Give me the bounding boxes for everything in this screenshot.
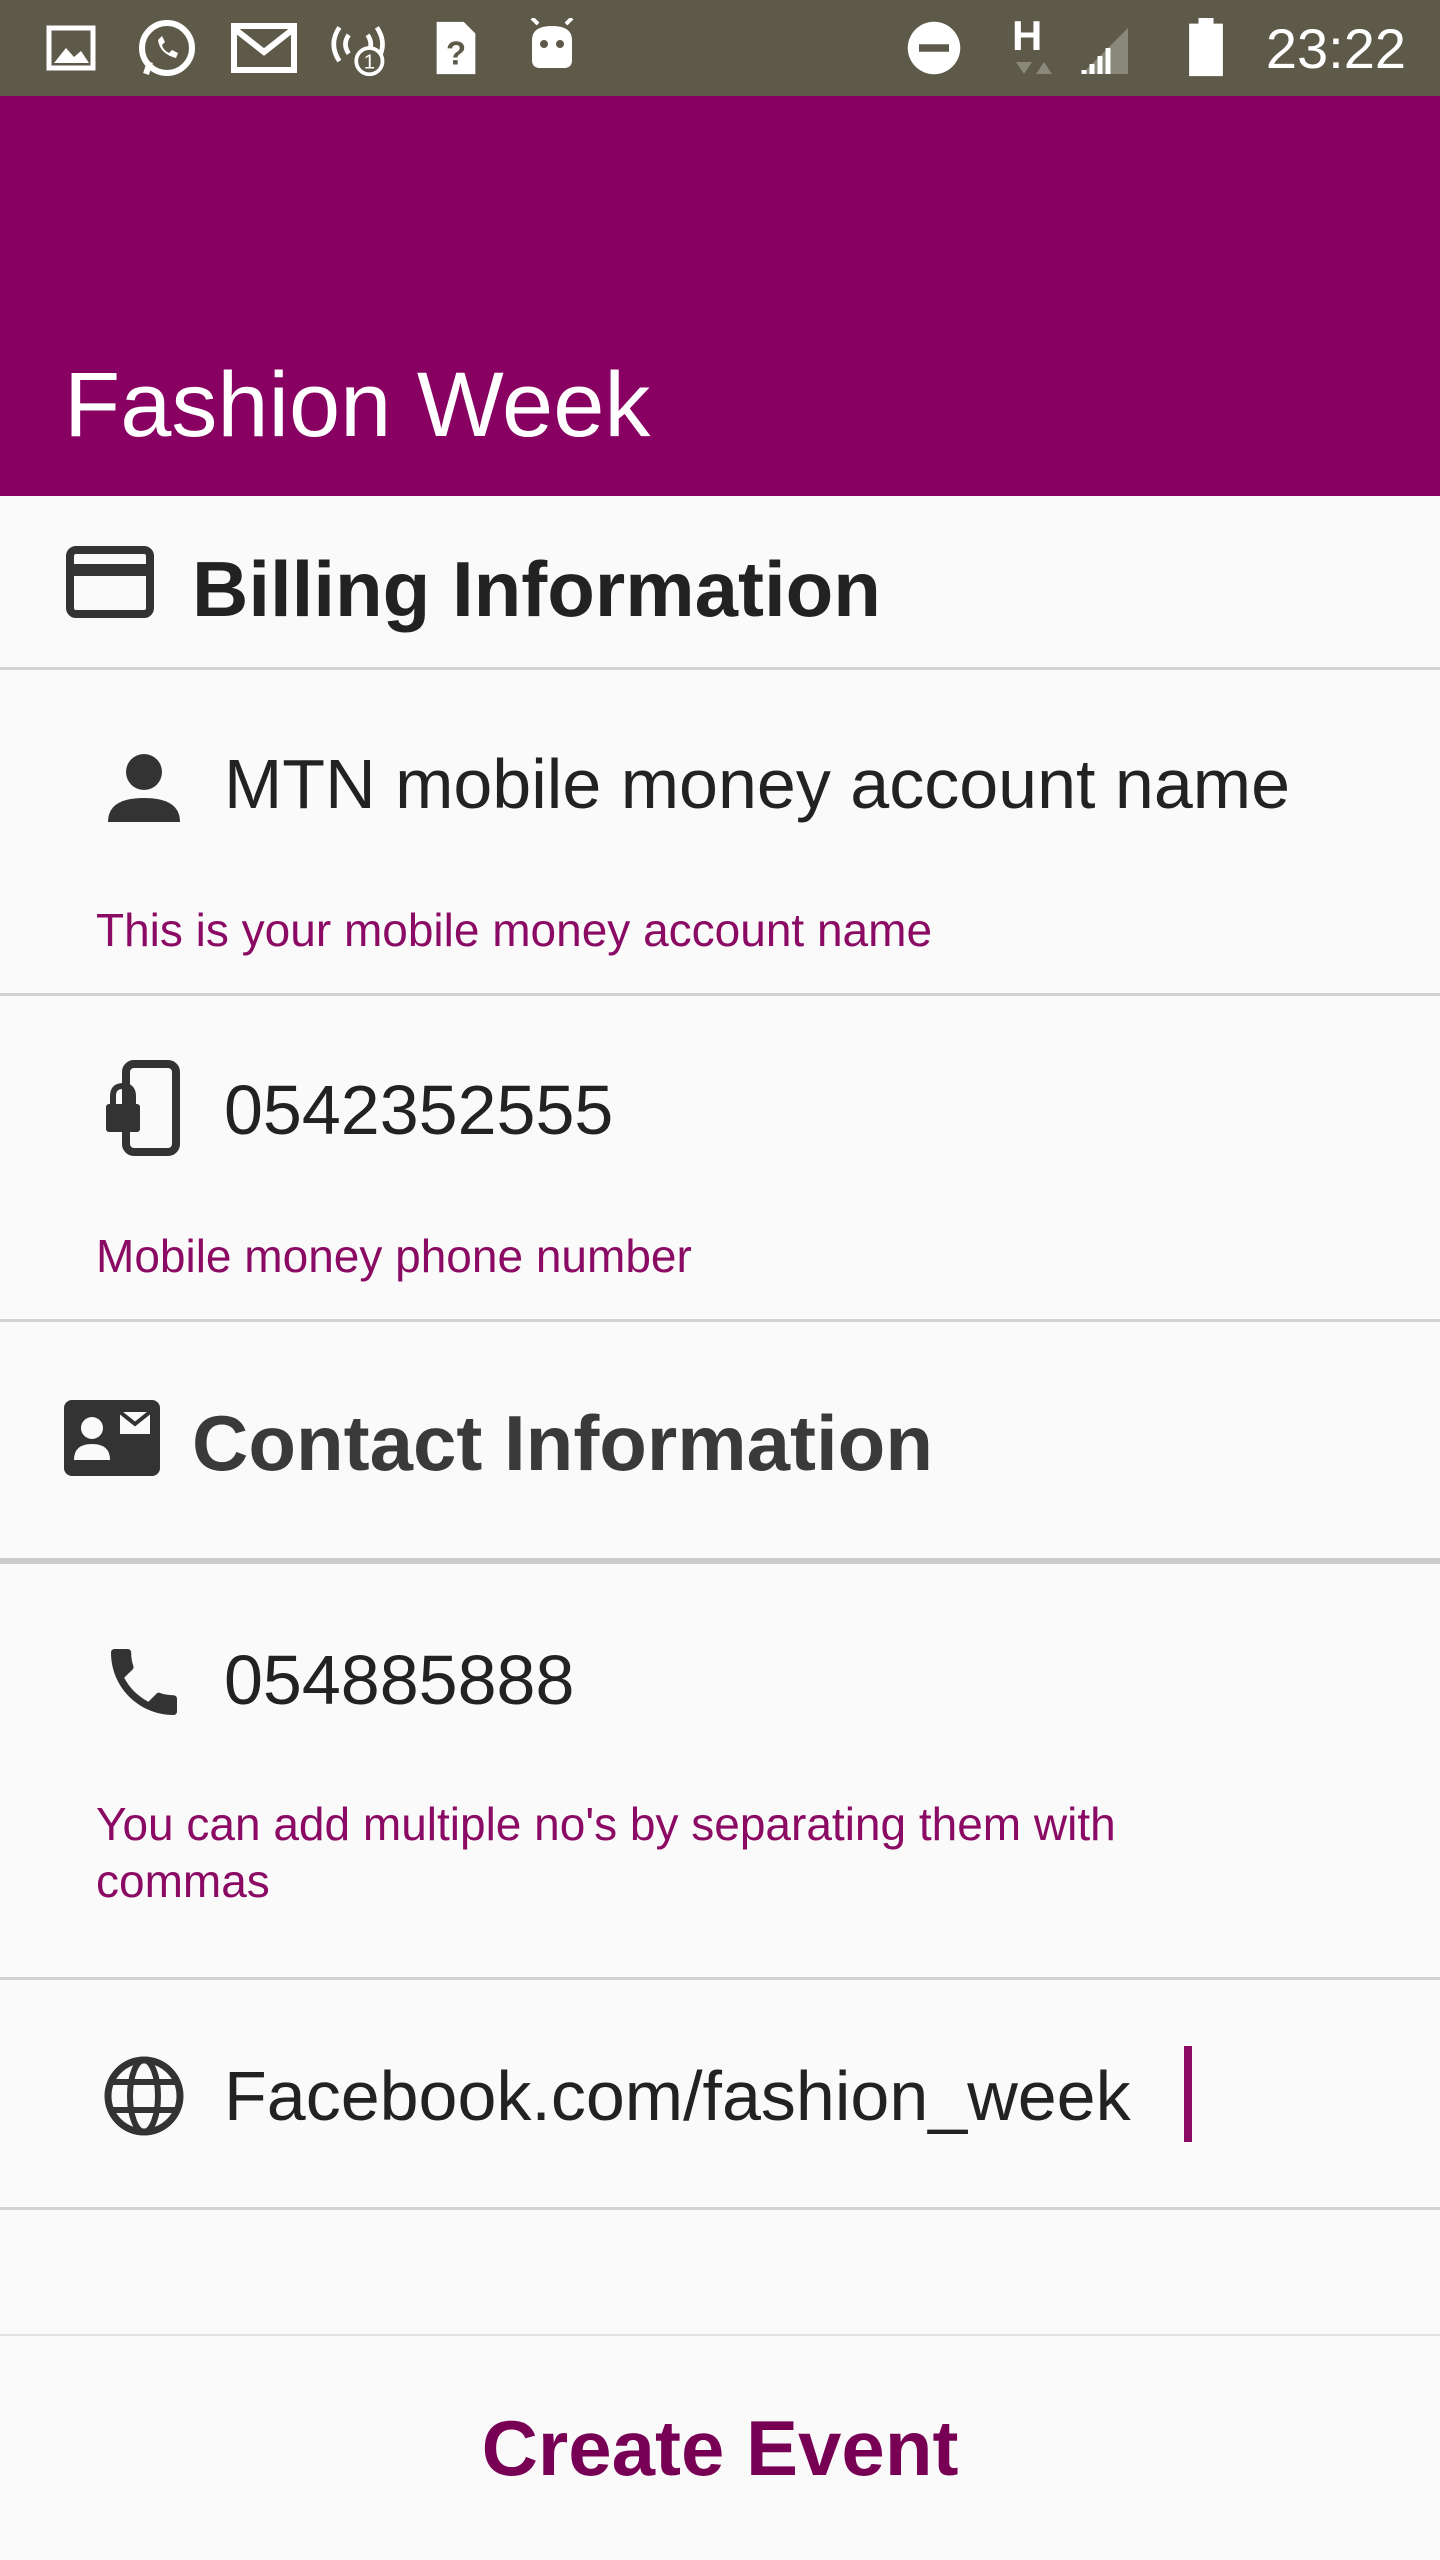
text-cursor	[1184, 2046, 1192, 2142]
website-input[interactable]: Facebook.com/fashion_week	[224, 2056, 1131, 2136]
data-h-icon: H	[1002, 12, 1066, 78]
contact-phone-hint: You can add multiple no's by separating …	[96, 1798, 1116, 1907]
divider	[0, 2207, 1440, 2210]
contact-phone-field[interactable]: 054885888 You can add multiple no's by s…	[0, 1564, 1440, 1978]
person-icon	[108, 754, 180, 822]
billing-phone-input[interactable]: 0542352555	[224, 1070, 613, 1150]
status-bar: 1 ? H 23:22	[0, 0, 1440, 96]
svg-text:1: 1	[364, 51, 375, 74]
account-name-input[interactable]: MTN mobile money account name	[224, 744, 1290, 824]
status-clock: 23:22	[1265, 17, 1406, 80]
hotspot-icon: 1	[331, 26, 385, 77]
phone-icon	[111, 1649, 177, 1715]
do-not-disturb-icon	[907, 21, 961, 75]
globe-icon	[104, 2056, 184, 2136]
contact-card-icon	[64, 1400, 160, 1476]
page-title: Fashion Week	[64, 354, 651, 456]
account-name-hint: This is your mobile money account name	[96, 904, 933, 956]
account-name-field[interactable]: MTN mobile money account name This is yo…	[0, 670, 1440, 994]
contact-phone-input[interactable]: 054885888	[224, 1640, 574, 1720]
contact-section-title: Contact Information	[192, 1399, 933, 1487]
svg-text:?: ?	[446, 34, 466, 71]
website-field[interactable]: Facebook.com/fashion_week	[0, 1980, 1440, 2208]
create-event-button[interactable]: Create Event	[0, 2336, 1440, 2560]
gmail-icon	[231, 23, 297, 73]
credit-card-icon	[66, 546, 154, 618]
image-icon	[46, 25, 96, 71]
app-bar: Fashion Week	[0, 96, 1440, 496]
billing-phone-field[interactable]: 0542352555 Mobile money phone number	[0, 996, 1440, 1320]
billing-section-title: Billing Information	[192, 545, 881, 633]
battery-icon	[1189, 18, 1223, 77]
whatsapp-icon	[139, 20, 195, 76]
contact-section-header: Contact Information	[0, 1322, 1440, 1558]
billing-section-header: Billing Information	[0, 496, 1440, 668]
android-icon	[530, 18, 574, 68]
signal-icon	[1081, 28, 1128, 74]
phone-lock-icon	[106, 1060, 180, 1156]
sim-unknown-icon: ?	[436, 21, 476, 75]
billing-phone-hint: Mobile money phone number	[96, 1230, 692, 1282]
